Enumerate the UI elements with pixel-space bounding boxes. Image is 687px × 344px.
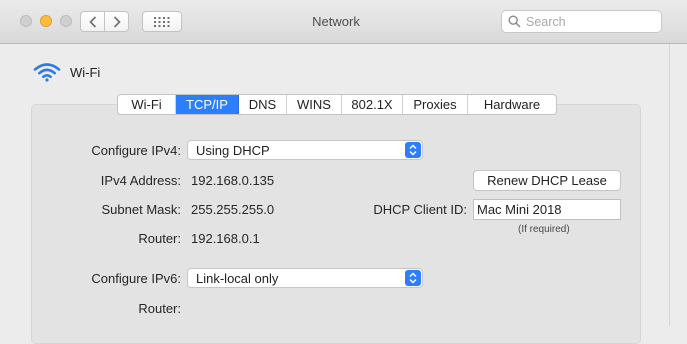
ipv4-address-label: IPv4 Address:: [100, 173, 181, 188]
ipv4-address-value: 192.168.0.135: [191, 173, 275, 188]
configure-ipv4-popup[interactable]: Using DHCP: [187, 140, 423, 160]
tab-tcpip[interactable]: TCP/IP: [176, 95, 239, 114]
tab-dns[interactable]: DNS: [239, 95, 287, 114]
configure-ipv6-popup[interactable]: Link-local only: [187, 268, 423, 288]
tab-wins[interactable]: WINS: [287, 95, 342, 114]
configure-ipv6-label: Configure IPv6:: [91, 271, 181, 286]
ipv6-router-label: Router:: [138, 301, 181, 316]
interface-name: Wi-Fi: [70, 64, 101, 80]
renew-dhcp-lease-button[interactable]: Renew DHCP Lease: [473, 170, 621, 191]
tab-proxies[interactable]: Proxies: [403, 95, 468, 114]
chevron-updown-icon: [405, 270, 421, 286]
search-placeholder: Search: [526, 15, 566, 29]
tab-hardware[interactable]: Hardware: [468, 95, 556, 114]
configure-ipv6-value: Link-local only: [196, 271, 279, 286]
subnet-mask-label: Subnet Mask:: [101, 202, 182, 217]
dhcp-client-id-label: DHCP Client ID:: [373, 202, 467, 217]
search-field[interactable]: Search: [501, 10, 662, 33]
dhcp-client-id-hint: (If required): [518, 224, 570, 235]
configure-ipv4-value: Using DHCP: [196, 143, 270, 158]
router-value: 192.168.0.1: [191, 231, 260, 246]
wifi-icon: [33, 63, 61, 82]
chevron-updown-icon: [405, 142, 421, 158]
router-label: Router:: [138, 231, 181, 246]
subnet-mask-value: 255.255.255.0: [191, 202, 275, 217]
configure-ipv4-label: Configure IPv4:: [91, 143, 181, 158]
tab-8021x[interactable]: 802.1X: [342, 95, 403, 114]
right-edge: [669, 44, 687, 326]
search-icon: [508, 15, 521, 28]
interface-header: Wi-Fi: [33, 62, 100, 82]
tab-bar: Wi-Fi TCP/IP DNS WINS 802.1X Proxies Har…: [117, 94, 557, 115]
tab-wifi[interactable]: Wi-Fi: [118, 95, 176, 114]
title-bar: Network Search: [0, 0, 687, 44]
dhcp-client-id-field[interactable]: Mac Mini 2018: [473, 199, 621, 220]
